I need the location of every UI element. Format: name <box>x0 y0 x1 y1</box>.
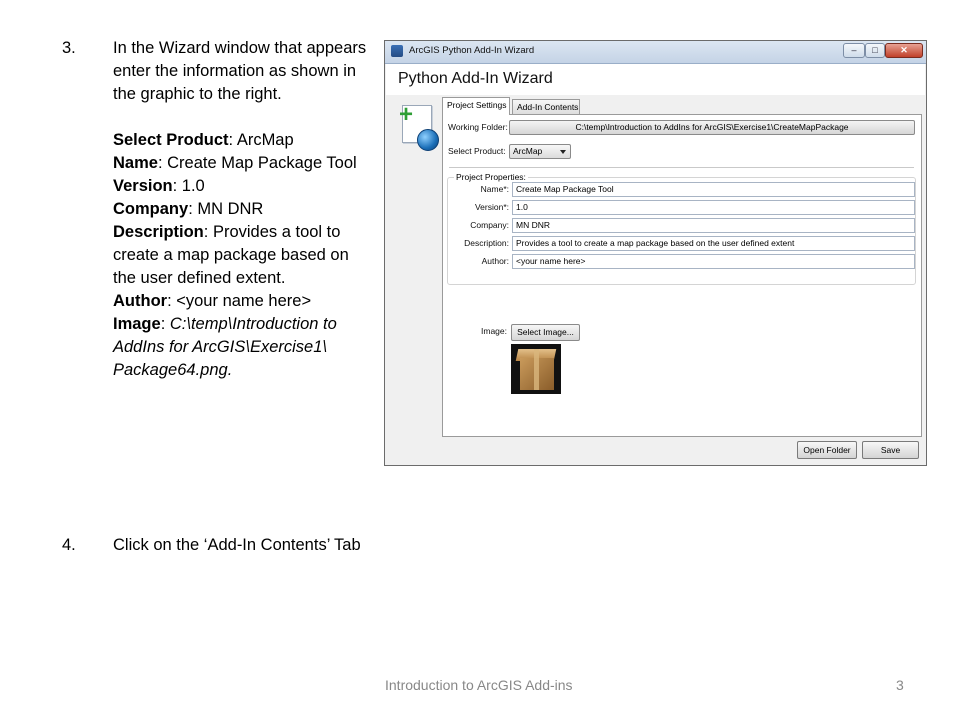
project-settings-panel: Working Folder: C:\temp\Introduction to … <box>442 114 922 437</box>
open-folder-button[interactable]: Open Folder <box>797 441 857 459</box>
tab-add-in-contents[interactable]: Add-In Contents <box>512 99 580 114</box>
minimize-button[interactable]: – <box>843 43 865 58</box>
step-3: 3. In the Wizard window that appears ent… <box>62 37 382 407</box>
select-product-label: Select Product: <box>448 146 506 156</box>
step-3-number: 3. <box>62 39 76 57</box>
project-properties-label: Project Properties: <box>454 172 528 182</box>
addin-wizard-logo-icon: + <box>399 103 443 153</box>
plus-icon: + <box>399 101 414 128</box>
image-label: Image <box>113 315 161 333</box>
field-value: MN DNR <box>197 200 264 218</box>
field-value: Create Map Package Tool <box>167 154 357 172</box>
name-field[interactable]: Create Map Package Tool <box>512 182 915 197</box>
tab-project-settings[interactable]: Project Settings <box>442 97 510 115</box>
author-sep: : <box>167 292 177 310</box>
field-label: Company <box>113 200 189 218</box>
version-field[interactable]: 1.0 <box>512 200 915 215</box>
field-sep: : <box>188 200 198 218</box>
description-sep: : <box>203 223 213 241</box>
step-4-text: Click on the ‘Add-In Contents’ Tab <box>113 536 361 554</box>
working-folder-button[interactable]: C:\temp\Introduction to AddIns for ArcGI… <box>509 120 915 135</box>
field-value: ArcMap <box>236 131 294 149</box>
step-3-field-row: Select Product: ArcMap <box>113 129 373 152</box>
working-folder-label: Working Folder: <box>448 122 508 132</box>
field-value: 1.0 <box>181 177 205 195</box>
step-3-description: Description: Provides a tool to create a… <box>113 221 373 290</box>
step-3-author: Author: <your name here> <box>113 290 373 313</box>
step-3-field-row: Name: Create Map Package Tool <box>113 152 373 175</box>
step-3-intro: In the Wizard window that appears enter … <box>113 39 367 103</box>
step-3-image: Image: C:\temp\Introduction to AddIns fo… <box>113 313 373 382</box>
field-sep: : <box>157 154 168 172</box>
step-3-field-row: Version: 1.0 <box>113 175 373 198</box>
field-label: Version <box>113 177 173 195</box>
author-label: Author <box>113 292 168 310</box>
author-value: <your name here> <box>176 292 312 310</box>
step-3-body: In the Wizard window that appears enter … <box>113 37 373 382</box>
field-sep: : <box>228 131 237 149</box>
field-sep: : <box>172 177 182 195</box>
project-properties-group: Project Properties: Name*: Create Map Pa… <box>447 172 916 285</box>
image-label: Image: <box>481 326 507 336</box>
select-product-value: ArcMap <box>513 146 543 156</box>
image-sep: : <box>160 315 170 333</box>
description-label: Description <box>113 223 204 241</box>
step-4-number: 4. <box>62 536 76 554</box>
window-title: ArcGIS Python Add-In Wizard <box>409 45 535 56</box>
box-tape <box>534 349 539 390</box>
select-image-button[interactable]: Select Image... <box>511 324 580 341</box>
company-field[interactable]: MN DNR <box>512 218 915 233</box>
description-field[interactable]: Provides a tool to create a map package … <box>512 236 915 251</box>
step-4: 4. Click on the ‘Add-In Contents’ Tab <box>62 534 382 558</box>
close-button[interactable]: ✕ <box>885 43 923 58</box>
package-box-icon <box>511 344 561 394</box>
author-label: Author: <box>481 256 509 266</box>
step-3-field-list: Select Product: ArcMap Name: Create Map … <box>113 129 373 221</box>
save-button[interactable]: Save <box>862 441 919 459</box>
select-product-dropdown[interactable]: ArcMap <box>509 144 571 159</box>
author-field[interactable]: <your name here> <box>512 254 915 269</box>
field-label: Name <box>113 154 158 172</box>
image-suffix: . <box>227 361 233 379</box>
version-label: Version*: <box>474 202 509 212</box>
name-label: Name*: <box>480 184 509 194</box>
slide-footer: Introduction to ArcGIS Add-ins <box>385 677 573 693</box>
wizard-header-title: Python Add-In Wizard <box>398 70 553 87</box>
page-number: 3 <box>896 677 904 693</box>
wizard-header: Python Add-In Wizard <box>386 64 925 95</box>
step-3-field-row: Company: MN DNR <box>113 198 373 221</box>
field-label: Select Product <box>113 131 229 149</box>
globe-icon <box>417 129 439 151</box>
window-titlebar: ArcGIS Python Add-In Wizard – □ ✕ <box>385 41 926 64</box>
app-icon <box>391 45 403 57</box>
maximize-button[interactable]: □ <box>865 43 885 58</box>
divider <box>449 167 914 168</box>
description-label: Description: <box>464 238 509 248</box>
company-label: Company: <box>470 220 509 230</box>
wizard-window: ArcGIS Python Add-In Wizard – □ ✕ Python… <box>384 40 927 466</box>
chevron-down-icon <box>560 150 566 154</box>
